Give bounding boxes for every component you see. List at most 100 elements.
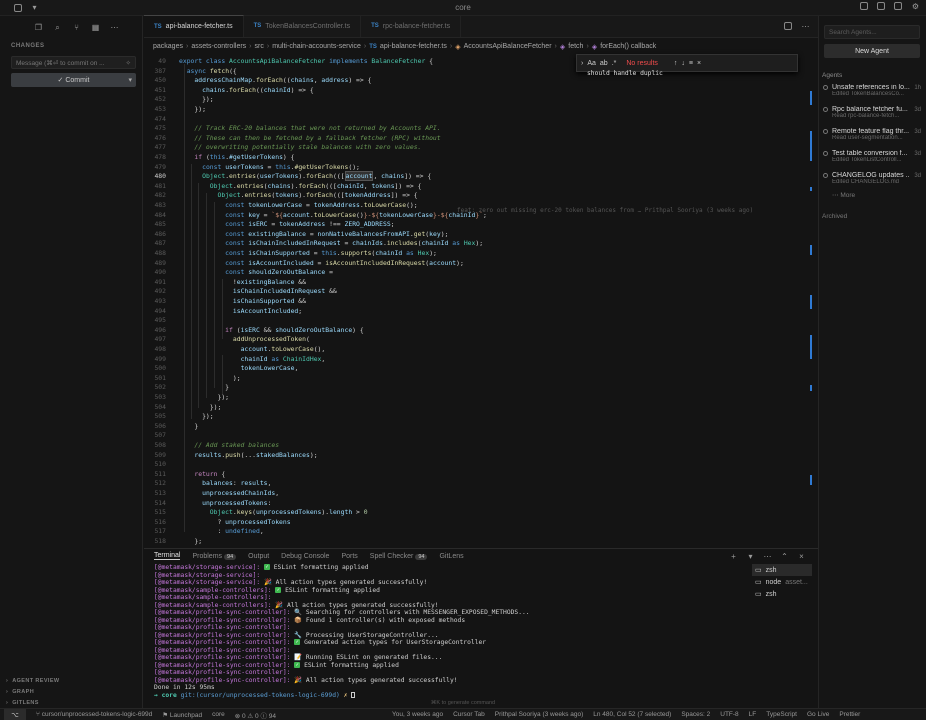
new-agent-button[interactable]: New Agent (824, 44, 920, 58)
agent-item[interactable]: CHANGELOG updates ... Edited CHANGELOG.md… (819, 167, 926, 189)
add-terminal-icon[interactable]: + (729, 552, 738, 561)
agent-age: 3d (914, 107, 921, 113)
find-input[interactable]: should handle duplicate (587, 70, 663, 78)
tab-api-balance-fetcher[interactable]: TS api-balance-fetcher.ts (144, 15, 244, 37)
breadcrumb-item[interactable]: api-balance-fetcher.ts (380, 43, 447, 50)
eol-status[interactable]: LF (749, 711, 757, 718)
layout-right-icon[interactable] (894, 2, 902, 10)
files-icon[interactable]: ❐ (34, 23, 43, 32)
breadcrumb-item[interactable]: forEach() callback (600, 43, 656, 50)
chevron-down-icon[interactable]: ▾ (30, 3, 39, 12)
terminal-line: [@metamask/profile-sync-controller]: 🔧 P… (154, 631, 439, 639)
commit-button[interactable]: ✓ Commit ▾ (11, 73, 136, 87)
terminal-item[interactable]: ▭ node asset... (752, 576, 812, 588)
line-number: 452 (154, 95, 166, 104)
source-control-sidebar: ❐ ⌕ ⑂ ▦ ⋯ CHANGES Message (⌘⏎ to commit … (0, 16, 143, 708)
code-line: addressChainMap.forEach((chains, address… (194, 76, 372, 85)
tab-output[interactable]: Output (248, 553, 269, 560)
encoding-status[interactable]: UTF-8 (720, 711, 738, 718)
breadcrumb-item[interactable]: fetch (568, 43, 583, 50)
more-agents-link[interactable]: ⋯ More (819, 189, 926, 199)
agent-item[interactable]: Remote feature flag thr... Read user-segm… (819, 123, 926, 145)
tab-rpc-balance-fetcher[interactable]: TS rpc-balance-fetcher.ts (361, 15, 462, 37)
commit-message-input[interactable]: Message (⌘⏎ to commit on ... ✧ (11, 56, 136, 69)
tab-spell-checker[interactable]: Spell Checker 94 (370, 553, 428, 560)
launchpad-status[interactable]: ⚑ Launchpad (162, 711, 202, 719)
agent-item[interactable]: Test table conversion f... Edited TokenLi… (819, 145, 926, 167)
whole-word-icon[interactable]: ab (600, 60, 608, 67)
terminal-output[interactable]: [@metamask/storage-service]: ✓ ESLint fo… (154, 564, 734, 699)
indentation-status[interactable]: Spaces: 2 (681, 711, 710, 718)
maximize-icon[interactable]: ⌃ (780, 552, 789, 561)
search-icon[interactable]: ⌕ (53, 23, 62, 32)
check-icon: ✓ (294, 661, 301, 668)
cursor-tab-status[interactable]: Cursor Tab (453, 711, 485, 718)
remote-icon[interactable]: ⌥ (4, 708, 26, 720)
language-status[interactable]: TypeScript (766, 711, 797, 718)
tab-token-balances-controller[interactable]: TS TokenBalancesController.ts (244, 15, 362, 37)
arrow-up-icon[interactable]: ↑ (674, 60, 678, 67)
agent-status-icon (823, 107, 828, 112)
tab-gitlens[interactable]: GitLens (439, 553, 463, 560)
agent-status-icon (823, 85, 828, 90)
layout-left-icon[interactable] (860, 2, 868, 10)
commit-dropdown-icon[interactable]: ▾ (128, 76, 132, 84)
scrollbar-markers[interactable] (810, 55, 814, 548)
graph-section[interactable]: › GRAPH (0, 686, 143, 697)
chevron-down-icon[interactable]: ▾ (746, 552, 755, 561)
settings-icon[interactable]: ⚙ (911, 2, 920, 11)
menu-icon[interactable]: ≡ (689, 60, 693, 67)
more-icon[interactable]: ⋯ (110, 23, 119, 32)
branch-status[interactable]: ⑂ cursor/unprocessed-tokens-logic-699d (36, 711, 152, 718)
terminal-prompt[interactable]: → core git:(cursor/unprocessed-tokens-lo… (154, 691, 734, 700)
tab-problems[interactable]: Problems 94 (192, 553, 237, 560)
terminal-line: [@metamask/profile-sync-controller]: ✓ G… (154, 639, 487, 646)
tab-ports[interactable]: Ports (341, 553, 357, 560)
go-live-status[interactable]: Go Live (807, 711, 829, 718)
terminal-item[interactable]: ▭ zsh (752, 564, 812, 576)
tab-debug-console[interactable]: Debug Console (281, 553, 329, 560)
code-line: account.toLowerCase(), (240, 345, 326, 353)
workspace-status[interactable]: core (212, 711, 225, 718)
split-editor-icon[interactable] (784, 22, 792, 30)
code-line: } (179, 421, 199, 430)
changes-heading[interactable]: CHANGES (0, 38, 142, 49)
breadcrumb-item[interactable]: assets-controllers (191, 43, 246, 50)
code-editor[interactable]: feat: zero out missing erc-20 token bala… (144, 55, 818, 555)
agent-item[interactable]: Unsafe references in lo... Edited TokenBa… (819, 79, 926, 101)
more-actions-icon[interactable]: ⋯ (801, 22, 810, 31)
arrow-down-icon[interactable]: ↓ (681, 60, 685, 67)
author-status[interactable]: Prithpal Sooriya (3 weeks ago) (495, 711, 584, 718)
agent-item[interactable]: Rpc balance fetcher fu... Read rpc-balanc… (819, 101, 926, 123)
tab-terminal[interactable]: Terminal (154, 552, 181, 560)
agent-search-input[interactable]: Search Agents... (824, 25, 920, 39)
code-line: chainId as ChainIdHex, (240, 354, 326, 363)
line-number: 501 (154, 373, 166, 382)
breadcrumb-item[interactable]: src (255, 43, 264, 50)
commit-label: ✓ Commit (57, 77, 90, 84)
problems-status[interactable]: ⊗ 0 ⚠ 0 ⓘ 94 (235, 710, 276, 720)
code-line: if (isERC && shouldZeroOutBalance) { (225, 325, 364, 334)
sidebar-toggle-icon[interactable] (14, 3, 22, 12)
chevron-right-icon[interactable]: › (581, 60, 583, 67)
terminal-item[interactable]: ▭ zsh (752, 588, 812, 600)
cursor-position[interactable]: Ln 480, Col 52 (7 selected) (593, 711, 671, 718)
breadcrumb-item[interactable]: packages (153, 43, 183, 50)
breadcrumb-item[interactable]: AccountsApiBalanceFetcher (464, 43, 552, 50)
breadcrumb-item[interactable]: multi-chain-accounts-service (272, 43, 361, 50)
sparkle-icon[interactable]: ✧ (126, 59, 131, 67)
close-icon[interactable]: × (797, 552, 806, 561)
regex-icon[interactable]: .* (612, 60, 617, 67)
close-icon[interactable]: × (697, 60, 701, 67)
extensions-icon[interactable]: ▦ (91, 23, 100, 32)
agent-review-section[interactable]: › AGENT REVIEW (0, 675, 143, 686)
blame-status[interactable]: You, 3 weeks ago (392, 711, 443, 718)
match-case-toggle[interactable]: Aa (587, 60, 596, 67)
layout-panel-icon[interactable] (877, 2, 885, 10)
source-control-icon[interactable]: ⑂ (72, 23, 81, 32)
more-icon[interactable]: ⋯ (763, 552, 772, 561)
code-line: const shouldZeroOutBalance = (225, 268, 333, 277)
prettier-status[interactable]: Prettier (839, 711, 860, 718)
archived-heading[interactable]: Archived (819, 199, 926, 220)
agent-title: Remote feature flag thr... (832, 128, 910, 135)
